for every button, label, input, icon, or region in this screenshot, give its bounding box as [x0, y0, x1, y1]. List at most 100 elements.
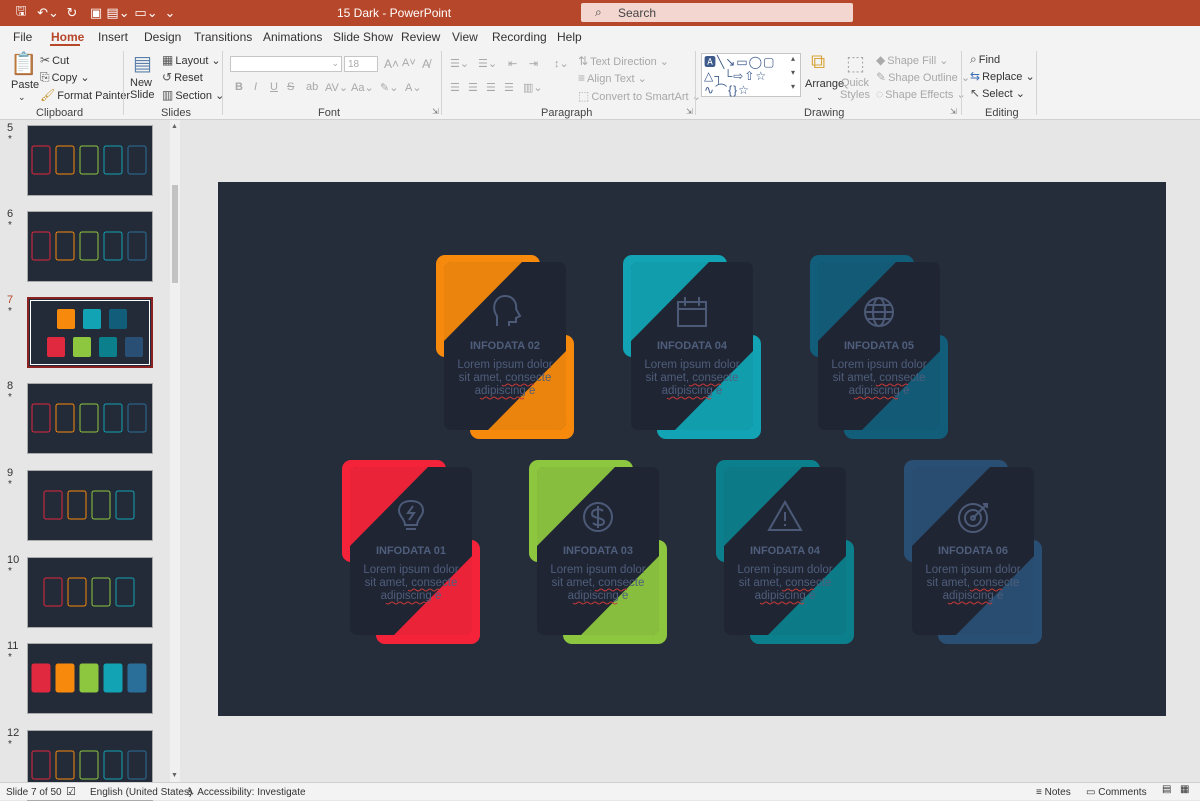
italic-icon[interactable]: I: [254, 81, 257, 93]
spelling-check-icon[interactable]: ☑: [66, 785, 76, 798]
columns-icon[interactable]: ▥⌄: [523, 81, 543, 94]
tab-slide-show[interactable]: Slide Show: [333, 30, 393, 44]
convert-smartart-button[interactable]: ⬚ Convert to SmartArt ⌄: [578, 89, 701, 103]
comments-button[interactable]: ▭ Comments: [1086, 787, 1147, 798]
rounded-rect-shape-icon[interactable]: ▢: [763, 55, 775, 69]
infodata-card[interactable]: INFODATA 05 Lorem ipsum dolorsit amet, co…: [810, 255, 948, 439]
connector-arrow-shape-icon[interactable]: └: [724, 69, 734, 83]
gallery-up-icon[interactable]: ▴: [791, 54, 795, 63]
tab-review[interactable]: Review: [401, 30, 440, 44]
tab-file[interactable]: File: [13, 30, 32, 44]
line-spacing-icon[interactable]: ↕⌄: [554, 57, 569, 70]
tab-help[interactable]: Help: [557, 30, 582, 44]
align-text-button[interactable]: ≡ Align Text ⌄: [578, 71, 647, 85]
language-indicator[interactable]: English (United States): [90, 787, 192, 798]
freeform-shape-icon[interactable]: ∿: [704, 83, 715, 97]
align-center-icon[interactable]: ☰: [468, 81, 478, 94]
align-left-icon[interactable]: ☰: [450, 81, 460, 94]
slide-thumbnail[interactable]: [27, 383, 153, 454]
redo-icon[interactable]: ↻: [64, 4, 80, 22]
arrange-dropdown-icon[interactable]: ⌄: [816, 92, 824, 103]
cut-button[interactable]: ✂ Cut: [40, 53, 69, 67]
connector-shape-icon[interactable]: ┐: [714, 69, 724, 83]
slide-thumbnail[interactable]: [27, 125, 153, 196]
scroll-down-icon[interactable]: ▼: [171, 772, 178, 779]
replace-button[interactable]: ⇆ Replace ⌄: [970, 69, 1035, 83]
tab-view[interactable]: View: [452, 30, 478, 44]
grow-font-icon[interactable]: A˄: [384, 57, 399, 71]
triangle-shape-icon[interactable]: △: [704, 69, 714, 83]
format-painter-button[interactable]: 🖌 Format Painter: [40, 88, 130, 102]
tab-transitions[interactable]: Transitions: [194, 30, 252, 44]
align-right-icon[interactable]: ☰: [486, 81, 496, 94]
find-button[interactable]: ⌕ Find: [970, 52, 1000, 67]
editor-scrollbar[interactable]: [1192, 120, 1200, 782]
customize-toolbar-icon[interactable]: ⌄: [164, 4, 176, 22]
font-dialog-launcher-icon[interactable]: ⇲: [432, 107, 439, 116]
slide-sorter-icon[interactable]: ▦: [1180, 784, 1189, 795]
infodata-card[interactable]: INFODATA 06 Lorem ipsum dolorsit amet, co…: [904, 460, 1042, 644]
tab-insert[interactable]: Insert: [98, 30, 128, 44]
new-slide-button[interactable]: New Slide: [130, 77, 160, 101]
text-direction-button[interactable]: ⇅ Text Direction ⌄: [578, 54, 669, 68]
layout-button[interactable]: ▦ Layout ⌄: [162, 53, 221, 67]
bullets-icon[interactable]: ☰⌄: [450, 57, 469, 70]
font-size-input[interactable]: 18: [344, 56, 378, 72]
shape-effects-button[interactable]: ◌ Shape Effects ⌄: [876, 87, 966, 101]
drawing-dialog-launcher-icon[interactable]: ⇲: [950, 107, 957, 116]
decrease-indent-icon[interactable]: ⇤: [508, 57, 517, 70]
star-shape-icon[interactable]: ☆: [738, 83, 750, 97]
up-arrow-shape-icon[interactable]: ⇧: [744, 69, 755, 83]
slide-thumbnail[interactable]: [27, 211, 153, 282]
strikethrough-icon[interactable]: S: [287, 81, 294, 93]
paragraph-dialog-launcher-icon[interactable]: ⇲: [686, 107, 693, 116]
undo-icon[interactable]: ↶⌄: [36, 4, 60, 22]
reset-button[interactable]: ↺ Reset: [162, 70, 203, 84]
text-shadow-icon[interactable]: ab: [306, 81, 318, 93]
section-button[interactable]: ▥ Section ⌄: [162, 88, 224, 102]
quick-styles-button[interactable]: Quick Styles: [840, 77, 870, 101]
shape-outline-button[interactable]: ✎ Shape Outline ⌄: [876, 70, 970, 84]
paste-button[interactable]: Paste: [11, 79, 39, 91]
increase-indent-icon[interactable]: ⇥: [529, 57, 538, 70]
infodata-card[interactable]: INFODATA 04 Lorem ipsum dolorsit amet, co…: [716, 460, 854, 644]
block-arrow-shape-icon[interactable]: ⇨: [733, 69, 744, 83]
slide-thumbnail[interactable]: [27, 297, 153, 368]
numbering-icon[interactable]: ☰⌄: [478, 57, 497, 70]
search-box[interactable]: ⌕ Search: [581, 3, 853, 22]
tab-design[interactable]: Design: [144, 30, 181, 44]
normal-view-icon[interactable]: ▤: [1162, 784, 1171, 795]
gallery-more-icon[interactable]: ▾: [791, 82, 795, 91]
bold-icon[interactable]: B: [235, 81, 243, 93]
new-slide-icon[interactable]: ▤: [133, 51, 152, 76]
save-icon[interactable]: 🖫: [12, 3, 30, 22]
highlight-icon[interactable]: ✎⌄: [380, 81, 398, 94]
arrange-button[interactable]: Arrange: [805, 78, 844, 90]
textbox-shape-icon[interactable]: 🅰: [704, 55, 717, 69]
copy-button[interactable]: ⎘ Copy ⌄: [40, 70, 90, 85]
clear-formatting-icon[interactable]: A̸: [422, 57, 430, 71]
change-case-icon[interactable]: Aa⌄: [351, 81, 374, 94]
tab-home[interactable]: Home: [51, 30, 84, 44]
shape-color-icon[interactable]: ▭⌄: [134, 4, 158, 22]
oval-shape-icon[interactable]: ◯: [749, 55, 763, 69]
arrow-shape-icon[interactable]: ↘: [725, 55, 736, 69]
character-spacing-icon[interactable]: AV⌄: [325, 81, 348, 94]
thumbnails-scroll-thumb[interactable]: [172, 185, 178, 283]
select-button[interactable]: ↖ Select ⌄: [970, 86, 1025, 100]
underline-icon[interactable]: U: [270, 81, 278, 93]
paste-icon[interactable]: 📋: [10, 51, 37, 77]
justify-icon[interactable]: ☰: [504, 81, 514, 94]
arc-shape-icon[interactable]: ⌒: [715, 83, 728, 97]
arrange-icon[interactable]: ⧉: [811, 51, 825, 74]
accessibility-status[interactable]: ♿ Accessibility: Investigate: [186, 787, 306, 798]
quick-styles-icon[interactable]: ⬚: [846, 51, 865, 76]
line-shape-icon[interactable]: ╲: [717, 55, 725, 69]
infodata-card[interactable]: INFODATA 02 Lorem ipsum dolorsit amet, co…: [436, 255, 574, 439]
notes-button[interactable]: ≡ Notes: [1036, 787, 1071, 798]
slide-thumbnail[interactable]: [27, 643, 153, 714]
infodata-card[interactable]: INFODATA 04 Lorem ipsum dolorsit amet, co…: [623, 255, 761, 439]
present-from-start-icon[interactable]: ▣: [88, 4, 104, 22]
present-icon[interactable]: ▤⌄: [106, 4, 130, 22]
rectangle-shape-icon[interactable]: ▭: [736, 55, 748, 69]
